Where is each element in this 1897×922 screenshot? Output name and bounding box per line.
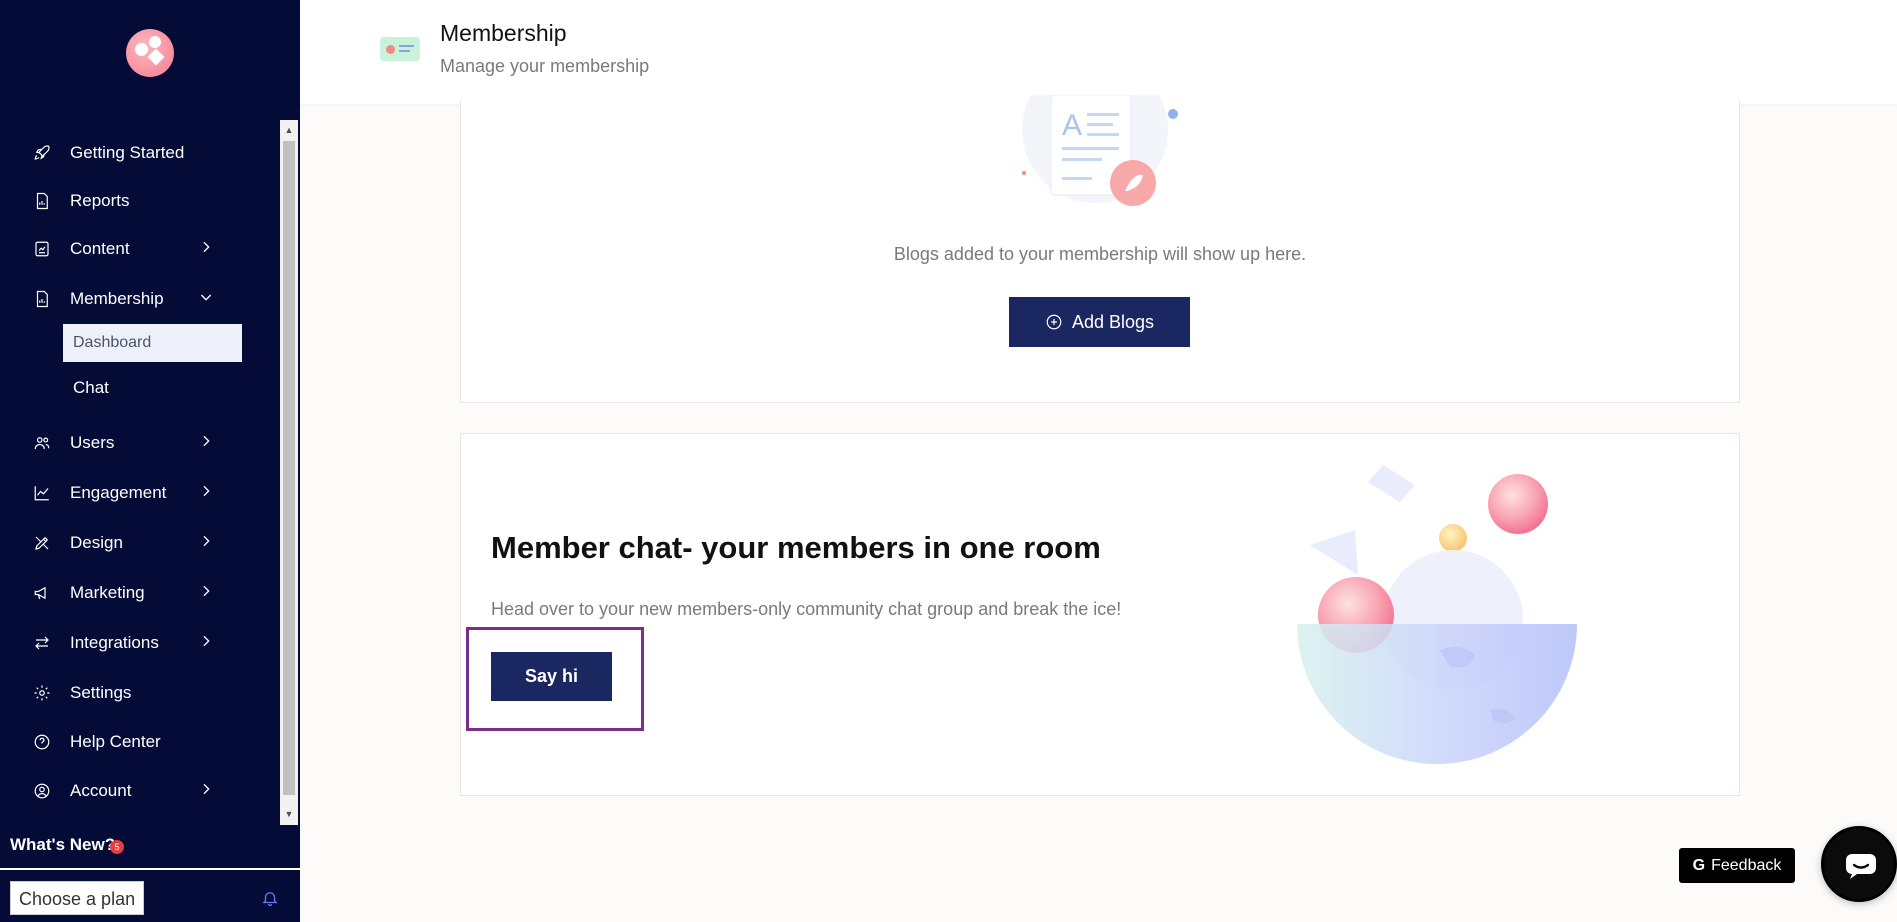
users-icon bbox=[32, 433, 52, 453]
sidebar-item-getting-started[interactable]: Getting Started bbox=[32, 138, 222, 168]
membership-icon bbox=[32, 289, 52, 309]
sidebar: ▲ ▼ Getting Started Reports Content Memb… bbox=[0, 0, 300, 922]
sidebar-item-marketing[interactable]: Marketing bbox=[32, 578, 222, 608]
arrows-icon bbox=[32, 633, 52, 653]
sidebar-item-label: Membership bbox=[70, 289, 164, 308]
sidebar-item-integrations[interactable]: Integrations bbox=[32, 628, 222, 658]
help-icon bbox=[32, 732, 52, 752]
account-icon bbox=[32, 781, 52, 801]
sidebar-item-label: Marketing bbox=[70, 583, 145, 602]
sidebar-item-label: Content bbox=[70, 239, 130, 258]
sidebar-item-engagement[interactable]: Engagement bbox=[32, 478, 222, 508]
blogs-empty-illustration: A bbox=[1022, 95, 1178, 206]
sidebar-item-label: Users bbox=[70, 433, 115, 452]
member-chat-title: Member chat- your members in one room bbox=[491, 530, 1101, 565]
chevron-right-icon bbox=[198, 483, 218, 503]
chat-bubble-icon[interactable] bbox=[1821, 826, 1897, 902]
add-blogs-label: Add Blogs bbox=[1071, 311, 1155, 332]
sidebar-item-label: Account bbox=[70, 781, 132, 800]
sidebar-item-design[interactable]: Design bbox=[32, 528, 222, 558]
sidebar-item-label: Engagement bbox=[70, 483, 167, 502]
sidebar-scrollbar-thumb[interactable] bbox=[283, 141, 295, 795]
member-chat-description: Head over to your new members-only commu… bbox=[491, 599, 1122, 619]
chart-icon bbox=[32, 483, 52, 503]
sidebar-item-label: Getting Started bbox=[70, 143, 185, 162]
sidebar-subitem-chat[interactable]: Chat bbox=[73, 378, 109, 398]
app-logo[interactable] bbox=[126, 29, 174, 77]
sidebar-item-label: Design bbox=[70, 533, 123, 552]
g-logo-icon: G bbox=[1692, 856, 1706, 874]
svg-text:A: A bbox=[1062, 109, 1082, 142]
sidebar-item-membership[interactable]: Membership bbox=[32, 284, 222, 314]
page-subtitle: Manage your membership bbox=[440, 56, 650, 76]
membership-header-icon bbox=[380, 37, 420, 61]
sidebar-item-settings[interactable]: Settings bbox=[32, 678, 222, 708]
sidebar-item-help-center[interactable]: Help Center bbox=[32, 727, 222, 757]
say-hi-button[interactable]: Say hi bbox=[491, 652, 612, 701]
choose-plan-button[interactable]: Choose a plan bbox=[10, 881, 144, 915]
sidebar-item-reports[interactable]: Reports bbox=[32, 186, 222, 216]
chevron-right-icon bbox=[198, 433, 218, 453]
sidebar-item-label: Integrations bbox=[70, 633, 159, 652]
sidebar-item-label: Settings bbox=[70, 683, 132, 702]
report-icon bbox=[32, 191, 52, 211]
page-title: Membership bbox=[440, 20, 567, 46]
chevron-right-icon bbox=[198, 533, 218, 553]
page-header: Membership Manage your membership bbox=[300, 0, 1897, 104]
member-chat-illustration bbox=[1297, 465, 1577, 764]
scroll-up-arrow-icon[interactable]: ▲ bbox=[280, 121, 298, 139]
sidebar-item-content[interactable]: Content bbox=[32, 234, 222, 264]
plus-circle-icon bbox=[1045, 313, 1063, 331]
sidebar-item-account[interactable]: Account bbox=[32, 776, 222, 806]
sidebar-item-label: Help Center bbox=[70, 732, 161, 751]
chevron-right-icon bbox=[198, 781, 218, 801]
chevron-right-icon bbox=[198, 583, 218, 603]
add-blogs-button[interactable]: Add Blogs bbox=[1009, 297, 1190, 347]
gear-icon bbox=[32, 683, 52, 703]
chevron-down-icon bbox=[198, 289, 218, 309]
blogs-empty-text: Blogs added to your membership will show… bbox=[893, 244, 1307, 264]
sidebar-item-label: Reports bbox=[70, 191, 130, 210]
design-icon bbox=[32, 533, 52, 553]
sidebar-subitem-dashboard[interactable]: Dashboard bbox=[63, 324, 242, 362]
feedback-button[interactable]: G Feedback bbox=[1679, 848, 1795, 883]
feedback-label: Feedback bbox=[1711, 856, 1782, 874]
whats-new-badge: 5 bbox=[110, 840, 124, 854]
bell-icon[interactable] bbox=[261, 889, 279, 907]
whats-new-link[interactable]: What's New? bbox=[10, 835, 115, 855]
scroll-down-arrow-icon[interactable]: ▼ bbox=[280, 805, 298, 823]
chevron-right-icon bbox=[198, 239, 218, 259]
sidebar-divider bbox=[0, 868, 300, 870]
megaphone-icon bbox=[32, 583, 52, 603]
rocket-icon bbox=[32, 143, 52, 163]
content-icon bbox=[32, 239, 52, 259]
chevron-right-icon bbox=[198, 633, 218, 653]
sidebar-item-users[interactable]: Users bbox=[32, 428, 222, 458]
